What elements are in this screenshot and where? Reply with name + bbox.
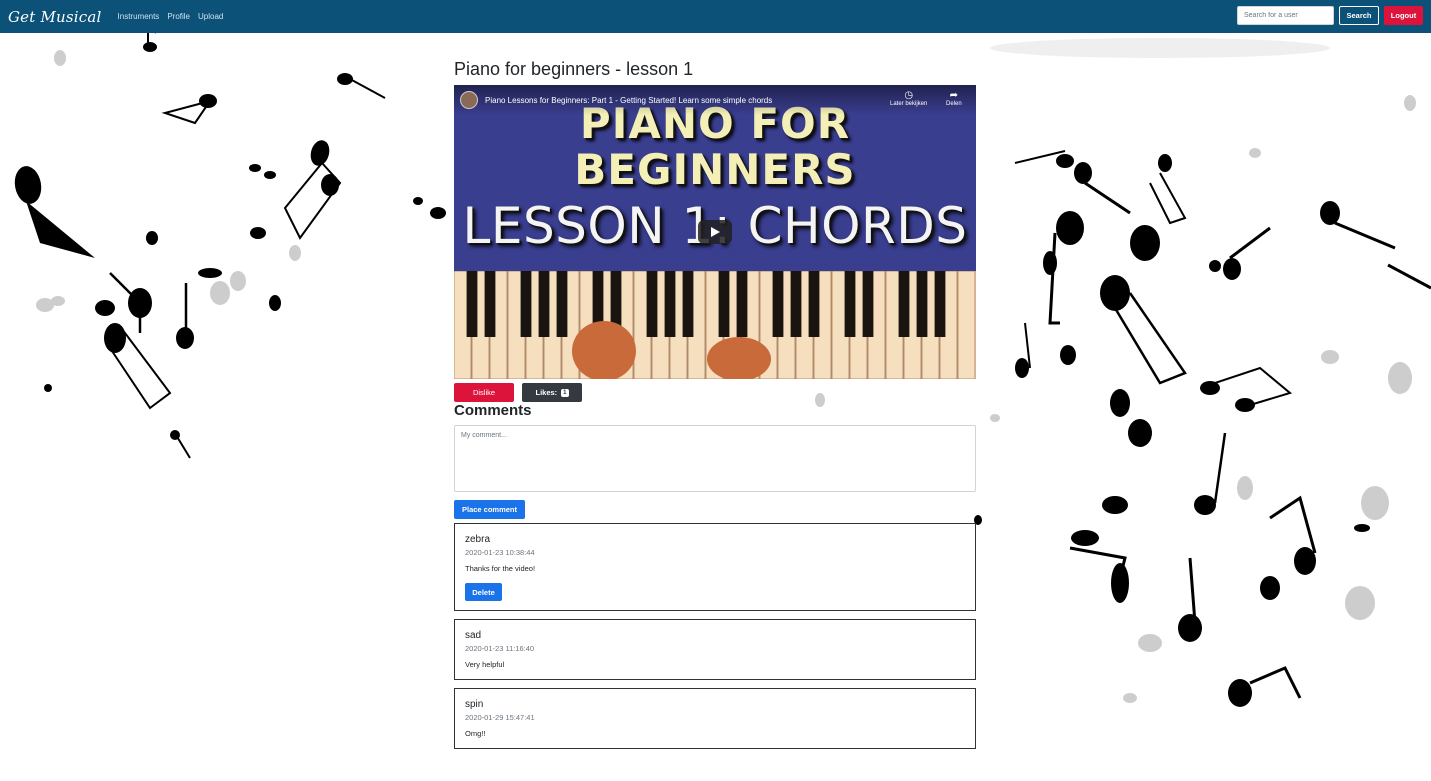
comments-heading: Comments	[454, 402, 532, 419]
nav-link-instruments[interactable]: Instruments	[118, 12, 160, 21]
video-player[interactable]: PIANO FOR BEGINNERS LESSON 1: CHORDS Pia…	[454, 85, 976, 379]
comment-text: Very helpful	[465, 660, 505, 669]
comment-text: Omg!!	[465, 729, 486, 738]
brand-logo[interactable]: Get Musical	[8, 8, 102, 26]
page-title: Piano for beginners - lesson 1	[454, 59, 694, 79]
watch-later-button[interactable]: ◷ Later bekijken	[890, 90, 927, 107]
comment-card: sad 2020-01-23 11:16:40 Very helpful	[454, 619, 976, 680]
dislike-button[interactable]: Dislike	[454, 383, 514, 402]
nav-actions: Search Logout	[1237, 6, 1423, 25]
comment-card: spin 2020-01-29 15:47:41 Omg!!	[454, 688, 976, 749]
delete-comment-button[interactable]: Delete	[465, 583, 502, 601]
comment-timestamp: 2020-01-23 10:38:44	[465, 548, 535, 557]
share-button[interactable]: ➦ Delen	[946, 90, 962, 107]
thumbnail-line-2: BEGINNERS	[574, 145, 856, 194]
likes-count-badge: 1	[561, 388, 569, 397]
comment-author: sad	[465, 630, 482, 641]
logout-button[interactable]: Logout	[1384, 6, 1423, 25]
top-navbar: Get Musical Instruments Profile Upload S…	[0, 0, 1431, 33]
likes-label: Likes:	[535, 388, 558, 397]
video-title-bar: Piano Lessons for Beginners: Part 1 - Ge…	[454, 85, 976, 115]
comment-author: spin	[465, 699, 484, 710]
comment-text: Thanks for the video!	[465, 564, 536, 573]
comment-author: zebra	[465, 534, 491, 545]
comment-timestamp: 2020-01-23 11:16:40	[465, 644, 535, 653]
channel-avatar[interactable]	[460, 91, 478, 109]
nav-link-upload[interactable]: Upload	[198, 12, 223, 21]
video-title[interactable]: Piano Lessons for Beginners: Part 1 - Ge…	[485, 96, 772, 105]
share-label: Delen	[946, 101, 962, 107]
comment-card: zebra 2020-01-23 10:38:44 Thanks for the…	[454, 523, 976, 611]
reaction-buttons: Dislike Likes: 1	[454, 383, 582, 402]
nav-links: Instruments Profile Upload	[118, 12, 224, 21]
piano-keyboard-image	[454, 271, 976, 379]
watch-later-label: Later bekijken	[890, 101, 928, 107]
comment-timestamp: 2020-01-29 15:47:41	[465, 713, 535, 722]
user-search-input[interactable]	[1237, 6, 1334, 25]
clock-icon: ◷	[904, 90, 914, 101]
likes-button[interactable]: Likes: 1	[522, 383, 582, 402]
play-icon[interactable]	[698, 220, 732, 244]
share-icon: ➦	[949, 90, 959, 101]
place-comment-button[interactable]: Place comment	[454, 500, 525, 519]
search-button[interactable]: Search	[1339, 6, 1379, 25]
nav-link-profile[interactable]: Profile	[167, 12, 190, 21]
comment-textarea[interactable]	[454, 425, 976, 492]
lesson-content: Piano for beginners - lesson 1 PIANO FOR…	[454, 33, 976, 749]
